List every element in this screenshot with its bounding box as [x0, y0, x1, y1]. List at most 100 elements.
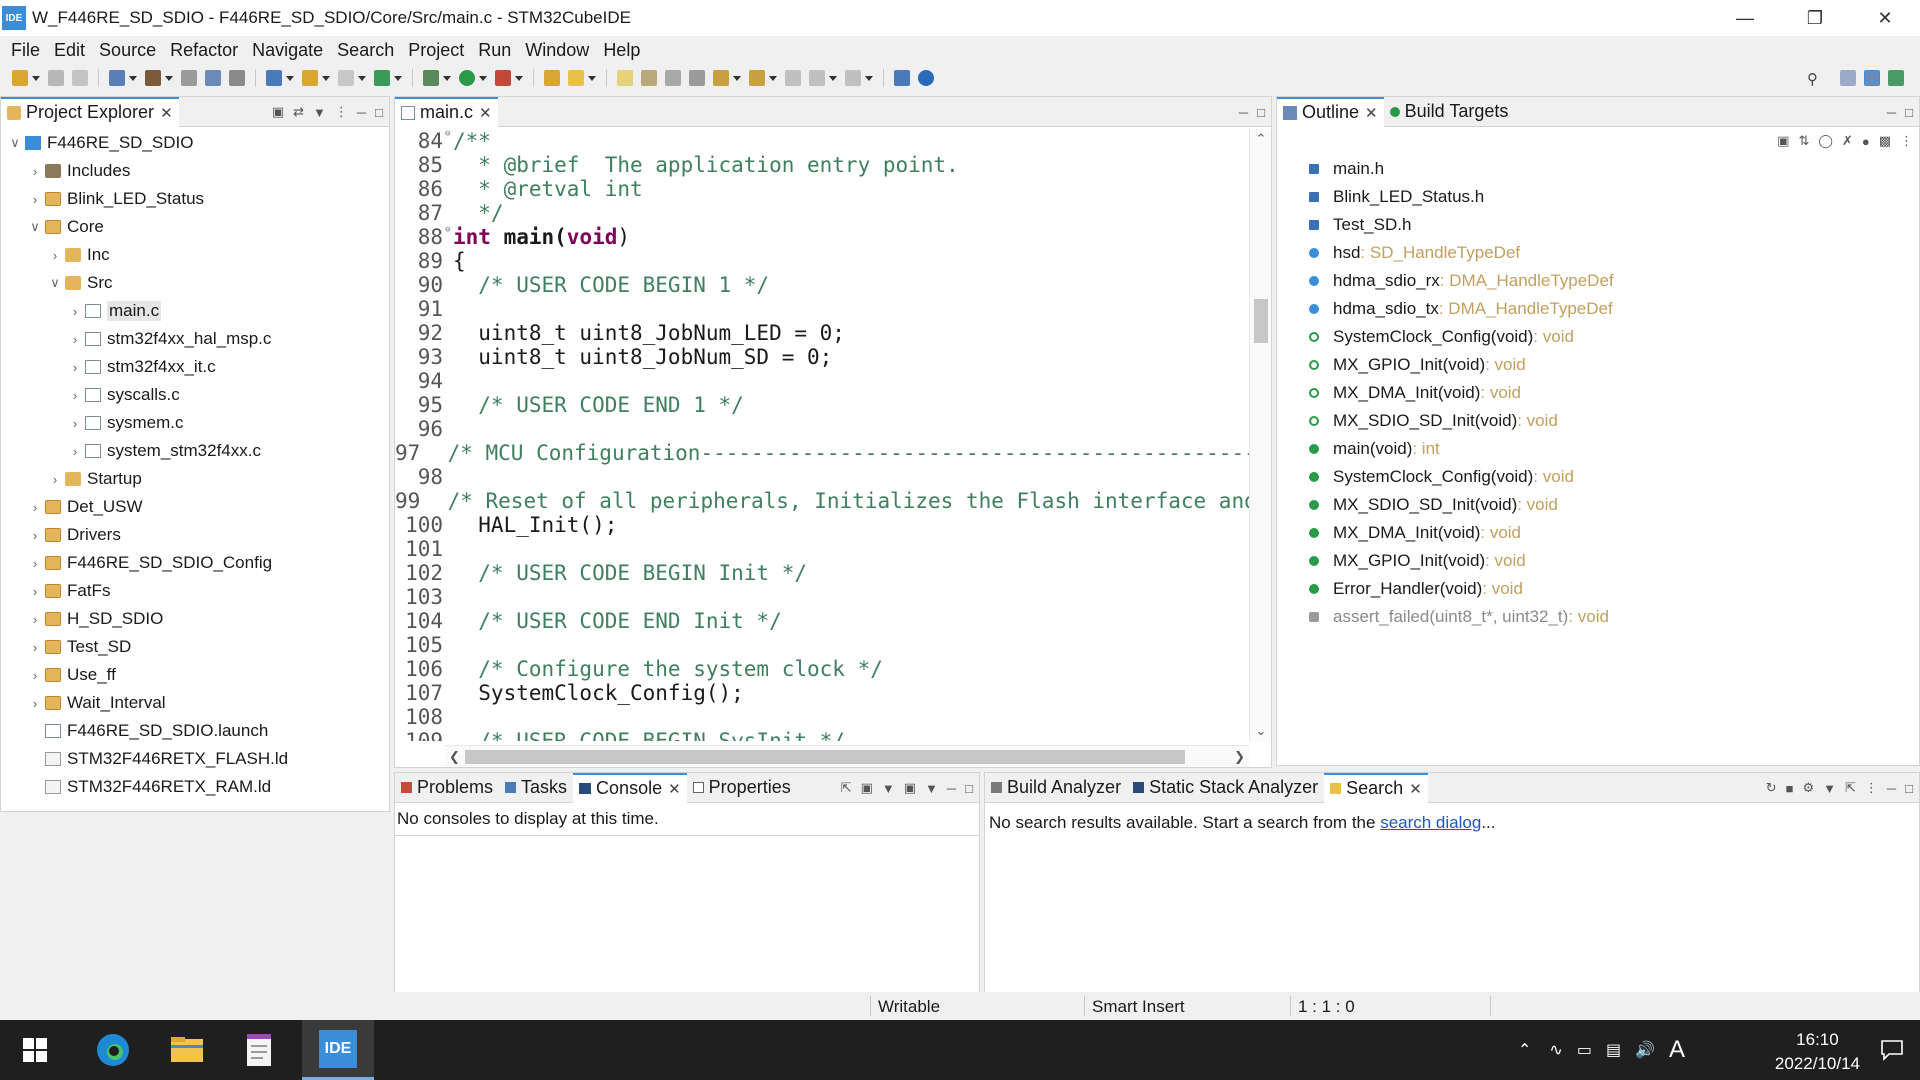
start-button[interactable]: [0, 1020, 70, 1080]
scroll-left-icon[interactable]: ❮: [449, 746, 460, 768]
outline-item[interactable]: assert_failed(uint8_t*, uint32_t) : void: [1277, 603, 1919, 631]
configurations-dropdown[interactable]: [129, 75, 137, 81]
device-perspective-icon[interactable]: [1864, 70, 1880, 86]
hide-static-icon[interactable]: ✗: [1842, 133, 1853, 149]
last-edit-icon[interactable]: [785, 70, 801, 86]
link-with-editor-icon[interactable]: ⇄: [293, 104, 304, 120]
code-line[interactable]: 89 {: [395, 249, 1249, 273]
new-source-folder-dropdown[interactable]: [322, 75, 330, 81]
next-annotation-icon[interactable]: [713, 70, 729, 86]
menu-help[interactable]: Help: [596, 40, 647, 61]
new-icon[interactable]: [12, 70, 28, 86]
cancel-search-icon[interactable]: ■: [1786, 781, 1794, 796]
code-line[interactable]: 85 * @brief The application entry point.: [395, 153, 1249, 177]
refresh-icon[interactable]: [374, 70, 390, 86]
code-line[interactable]: 99 /* Reset of all peripherals, Initiali…: [395, 489, 1249, 513]
menu-edit[interactable]: Edit: [47, 40, 92, 61]
code-line[interactable]: 95 /* USER CODE END 1 */: [395, 393, 1249, 417]
clean-icon[interactable]: [229, 70, 245, 86]
manage-configurations-icon[interactable]: [109, 70, 125, 86]
tree-item[interactable]: › F446RE_SD_SDIO_Config: [1, 549, 389, 577]
minimize-view-icon[interactable]: ─: [1887, 105, 1896, 120]
collapsed-chevron-icon[interactable]: ›: [25, 164, 45, 179]
code-line[interactable]: 93 uint8_t uint8_JobNum_SD = 0;: [395, 345, 1249, 369]
tree-item[interactable]: › Startup: [1, 465, 389, 493]
status-insert-mode[interactable]: Smart Insert: [1092, 997, 1185, 1017]
search-history-icon[interactable]: ⚙: [1802, 780, 1814, 796]
fold-toggle-icon[interactable]: ⊖: [445, 225, 453, 249]
tree-item[interactable]: STM32F446RETX_RAM.ld: [1, 773, 389, 801]
group-includes-icon[interactable]: ▩: [1879, 133, 1891, 149]
tab-console[interactable]: Console ✕: [573, 772, 687, 803]
horizontal-scroll-thumb[interactable]: [465, 750, 1185, 764]
scroll-right-icon[interactable]: ❯: [1234, 746, 1245, 768]
open-perspective-icon[interactable]: [894, 70, 910, 86]
tree-item[interactable]: ∨ F446RE_SD_SDIO: [1, 129, 389, 157]
collapsed-chevron-icon[interactable]: ›: [25, 584, 45, 599]
code-line[interactable]: 104 /* USER CODE END Init */: [395, 609, 1249, 633]
open-console-dropdown-icon[interactable]: ▼: [925, 781, 938, 796]
display-console-dropdown-icon[interactable]: ▼: [882, 781, 895, 796]
taskbar-stm32cubeide[interactable]: IDE: [302, 1020, 374, 1080]
code-line[interactable]: 108: [395, 705, 1249, 729]
tree-item[interactable]: › FatFs: [1, 577, 389, 605]
device-config-icon[interactable]: [266, 70, 282, 86]
fold-toggle-icon[interactable]: ⊖: [445, 129, 453, 153]
tree-item[interactable]: ∨ Src: [1, 269, 389, 297]
outline-item[interactable]: SystemClock_Config(void) : void: [1277, 463, 1919, 491]
outline-item[interactable]: hdma_sdio_rx : DMA_HandleTypeDef: [1277, 267, 1919, 295]
code-line[interactable]: 96: [395, 417, 1249, 441]
notification-center-button[interactable]: [1864, 1020, 1920, 1080]
tree-item[interactable]: › Inc: [1, 241, 389, 269]
collapsed-chevron-icon[interactable]: ›: [45, 472, 65, 487]
collapsed-chevron-icon[interactable]: ›: [65, 304, 85, 319]
search-icon[interactable]: ⚲: [1807, 70, 1818, 88]
tree-item[interactable]: › Det_USW: [1, 493, 389, 521]
tree-item[interactable]: › syscalls.c: [1, 381, 389, 409]
info-icon[interactable]: [918, 70, 934, 86]
menu-search[interactable]: Search: [330, 40, 401, 61]
minimize-view-icon[interactable]: ─: [1239, 105, 1248, 120]
outline-item[interactable]: main(void) : int: [1277, 435, 1919, 463]
tree-item[interactable]: › Test_SD: [1, 633, 389, 661]
code-line[interactable]: 101: [395, 537, 1249, 561]
tree-item[interactable]: › stm32f4xx_hal_msp.c: [1, 325, 389, 353]
scroll-up-icon[interactable]: ⌃: [1250, 131, 1272, 147]
pin-console-icon[interactable]: ⇱: [841, 780, 852, 796]
maximize-view-icon[interactable]: □: [375, 105, 383, 120]
menu-navigate[interactable]: Navigate: [245, 40, 330, 61]
taskbar-edge[interactable]: [78, 1020, 148, 1080]
next-annotation-dropdown[interactable]: [733, 75, 741, 81]
minimize-view-icon[interactable]: ─: [357, 105, 366, 120]
tab-search[interactable]: Search ✕: [1324, 772, 1428, 803]
skip-breakpoints-icon[interactable]: [205, 70, 221, 86]
outline-item[interactable]: MX_GPIO_Init(void) : void: [1277, 547, 1919, 575]
close-tab-icon[interactable]: ✕: [479, 104, 492, 122]
minimize-button[interactable]: —: [1710, 0, 1780, 36]
search-dropdown[interactable]: [588, 75, 596, 81]
minimize-view-icon[interactable]: ─: [947, 781, 956, 796]
tab-tasks[interactable]: Tasks: [499, 773, 573, 803]
display-console-icon[interactable]: ▣: [861, 780, 873, 796]
outline-item[interactable]: MX_DMA_Init(void) : void: [1277, 519, 1919, 547]
code-line[interactable]: 92 uint8_t uint8_JobNum_LED = 0;: [395, 321, 1249, 345]
hide-fields-icon[interactable]: ◯: [1818, 133, 1833, 149]
external-tools-dropdown[interactable]: [515, 75, 523, 81]
code-line[interactable]: 91: [395, 297, 1249, 321]
debug-dropdown[interactable]: [443, 75, 451, 81]
tree-item[interactable]: › system_stm32f4xx.c: [1, 437, 389, 465]
build-hammer-icon[interactable]: [145, 70, 161, 86]
code-line[interactable]: 86 * @retval int: [395, 177, 1249, 201]
outline-item[interactable]: hsd : SD_HandleTypeDef: [1277, 239, 1919, 267]
back-dropdown[interactable]: [829, 75, 837, 81]
restore-button[interactable]: ❐: [1780, 0, 1850, 36]
outline-item[interactable]: Test_SD.h: [1277, 211, 1919, 239]
expanded-chevron-icon[interactable]: ∨: [25, 219, 45, 235]
device-icon[interactable]: ▤: [1606, 1040, 1621, 1060]
close-tab-icon[interactable]: ✕: [668, 780, 681, 798]
outline-item[interactable]: MX_SDIO_SD_Init(void) : void: [1277, 407, 1919, 435]
external-tools-icon[interactable]: [495, 70, 511, 86]
code-line[interactable]: 88 ⊖ int main(void): [395, 225, 1249, 249]
forward-arrow-icon[interactable]: [845, 70, 861, 86]
maximize-view-icon[interactable]: □: [965, 781, 973, 796]
